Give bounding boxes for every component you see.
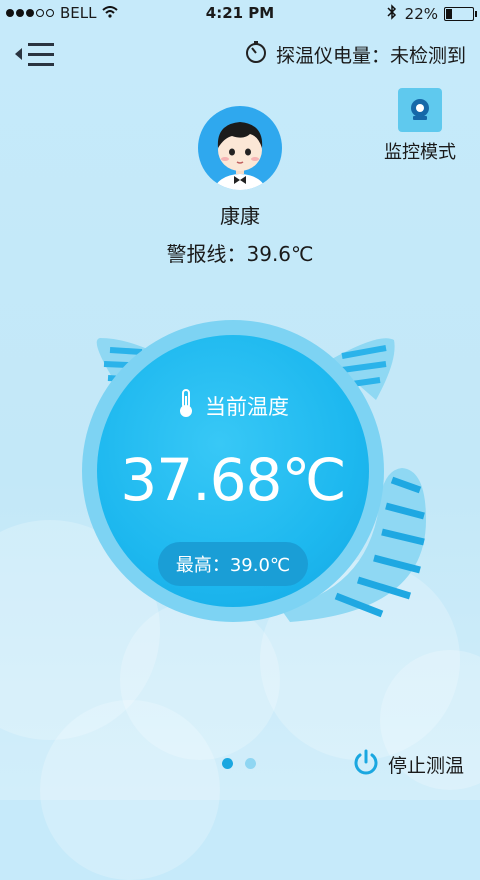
camera-icon xyxy=(398,88,442,132)
page-dot[interactable] xyxy=(222,758,233,769)
probe-battery-value: 未检测到 xyxy=(389,45,466,67)
monitor-mode-label: 监控模式 xyxy=(384,142,456,163)
child-name: 康康 xyxy=(220,204,260,228)
battery-icon xyxy=(444,7,477,21)
stop-measurement-label: 停止测温 xyxy=(387,755,464,777)
battery-percent: 22% xyxy=(404,5,438,23)
page-indicator xyxy=(222,758,268,769)
monitor-mode-button[interactable]: 监控模式 xyxy=(380,88,460,164)
status-bar: BELL 4:21 PM 22% xyxy=(0,0,480,26)
thermometer-icon xyxy=(177,388,195,423)
page-dot[interactable] xyxy=(245,758,256,769)
probe-battery-status: 探温仪电量： 未检测到 xyxy=(244,40,466,69)
temperature-gauge: 当前温度 37.68℃ 最高：39.0℃ xyxy=(80,320,440,630)
current-temperature: 37.68℃ xyxy=(120,446,346,514)
menu-back-icon[interactable] xyxy=(14,40,58,70)
max-temperature-badge: 最高：39.0℃ xyxy=(158,542,308,586)
current-temp-label: 当前温度 xyxy=(205,394,289,419)
alarm-threshold[interactable]: 警报线：39.6℃ xyxy=(0,238,480,267)
current-temp-label-row: 当前温度 xyxy=(80,388,386,423)
avatar[interactable] xyxy=(198,106,282,190)
bluetooth-icon xyxy=(387,4,397,24)
timer-icon xyxy=(244,40,268,69)
stop-measurement-button[interactable]: 停止测温 xyxy=(352,748,464,781)
probe-battery-label: 探温仪电量： xyxy=(275,45,390,67)
power-icon xyxy=(352,748,380,781)
